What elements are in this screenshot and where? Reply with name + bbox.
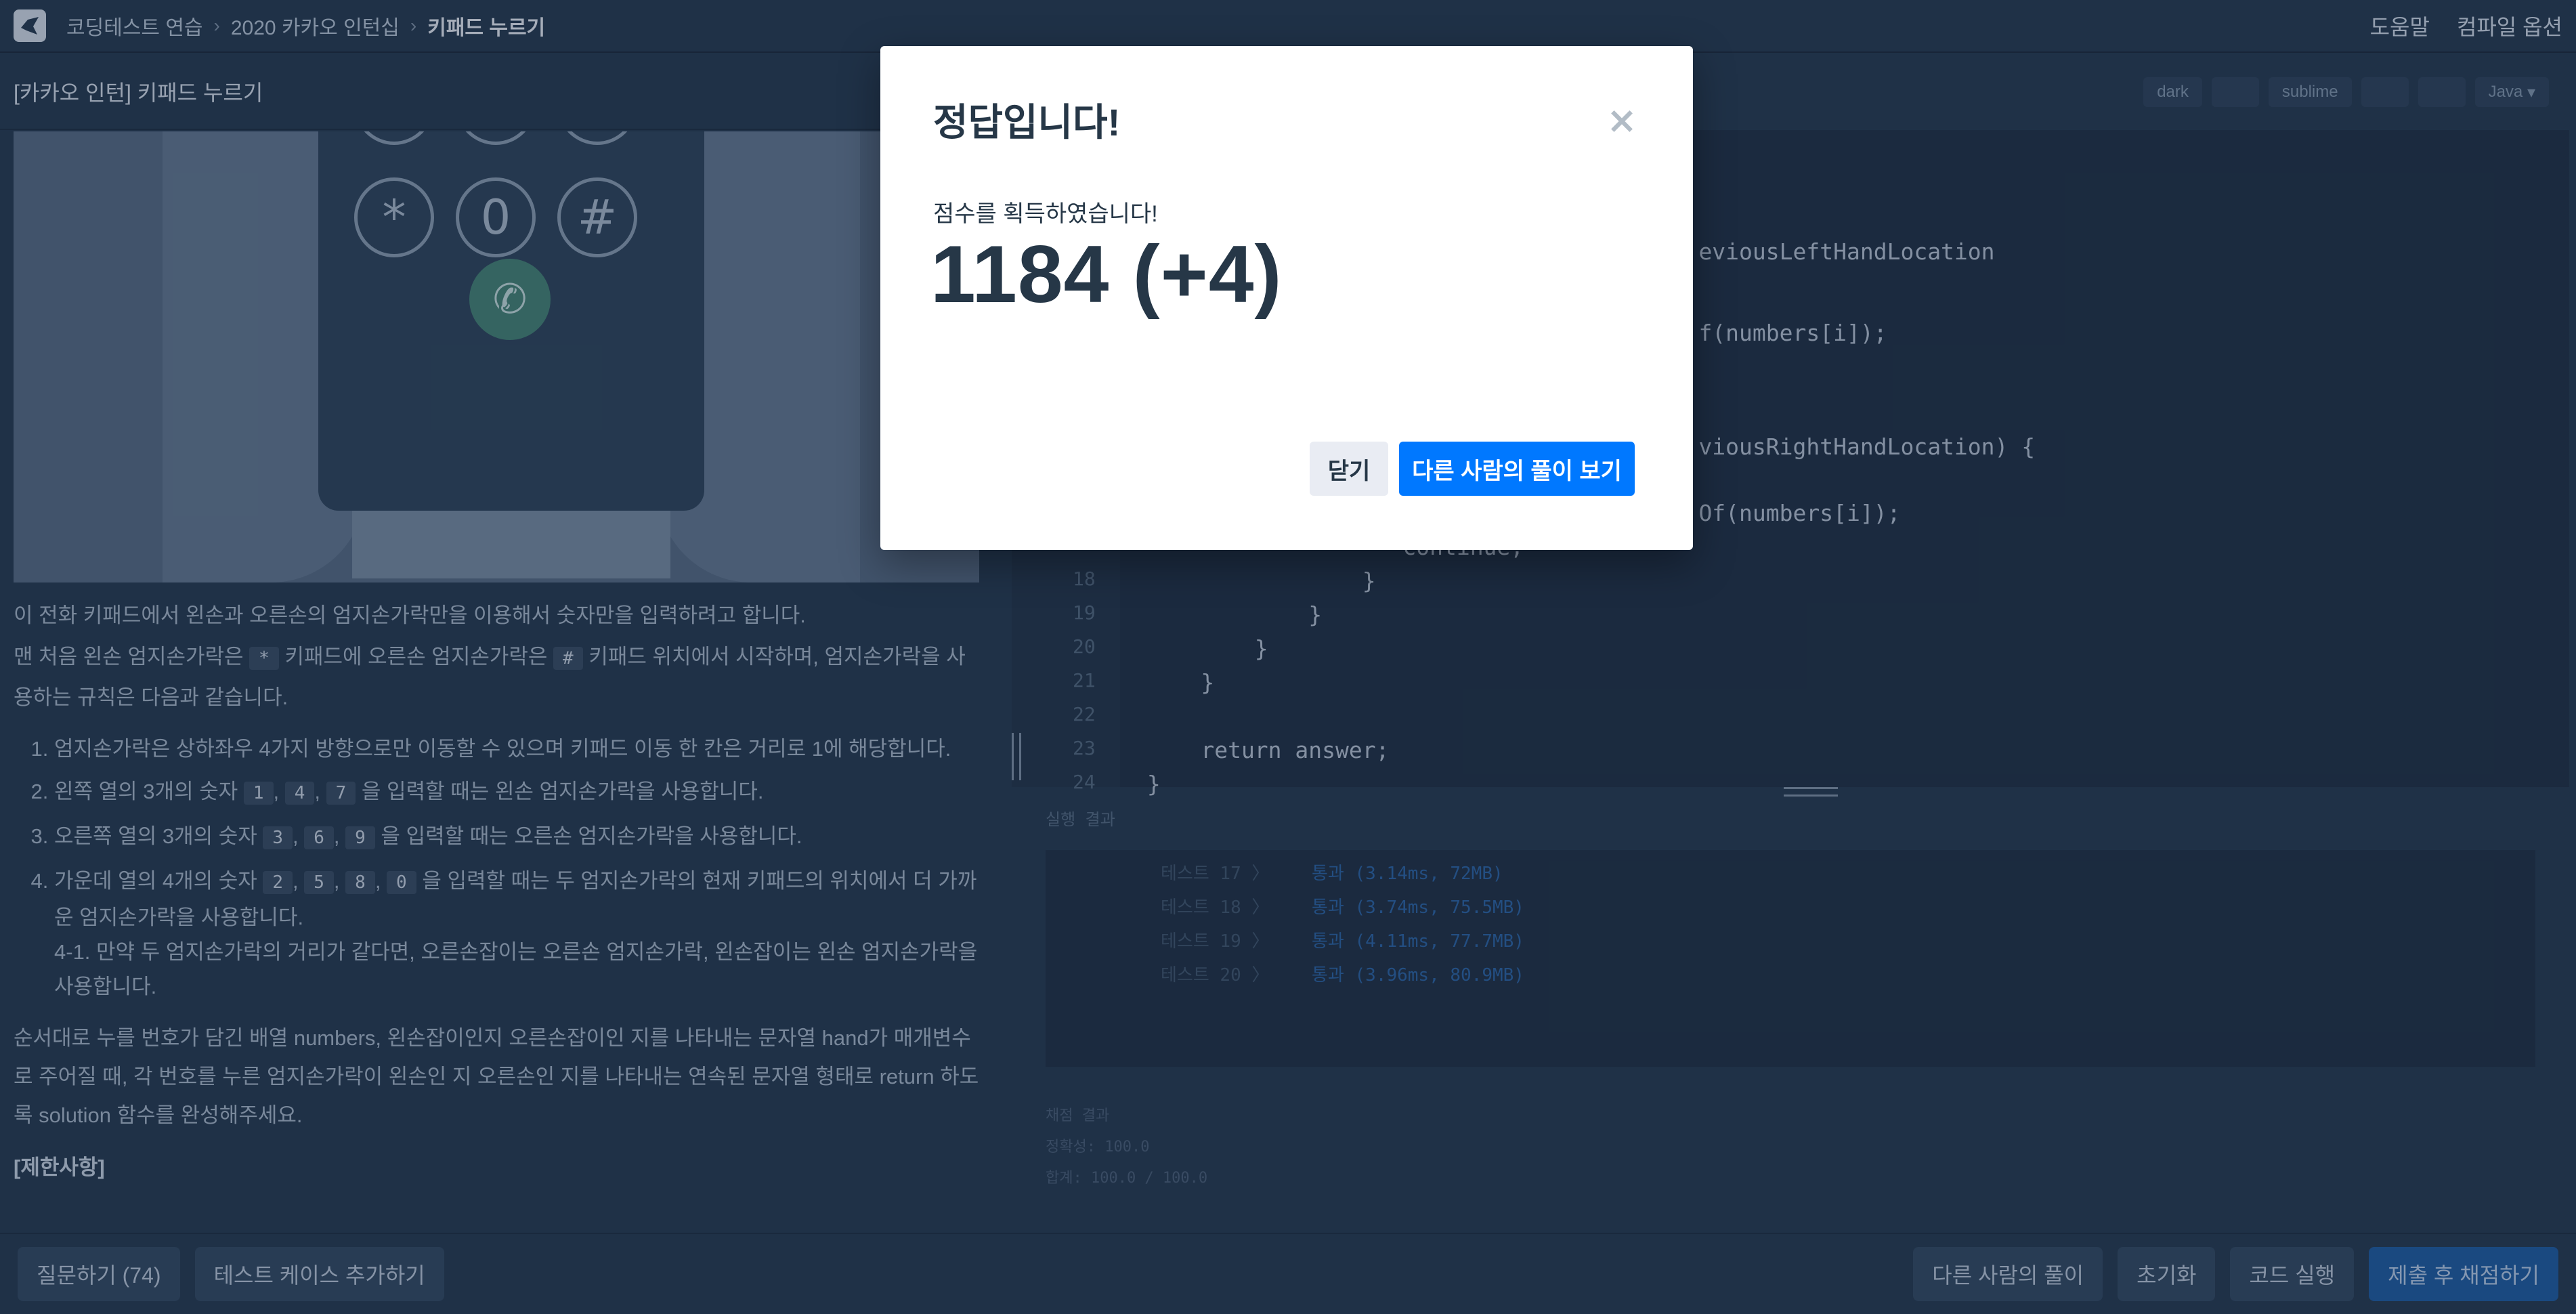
view-others-solutions-button[interactable]: 다른 사람의 풀이 보기 <box>1399 442 1635 496</box>
close-button[interactable]: 닫기 <box>1310 442 1388 496</box>
modal-subtitle: 점수를 획득하였습니다! <box>933 201 1158 227</box>
score-value: 1184 (+4) <box>930 229 1283 320</box>
result-modal: 정답입니다! × 점수를 획득하였습니다! 1184 (+4) 닫기 다른 사람… <box>880 46 1693 550</box>
close-icon[interactable]: × <box>1605 99 1639 142</box>
modal-title: 정답입니다! <box>933 101 1121 144</box>
